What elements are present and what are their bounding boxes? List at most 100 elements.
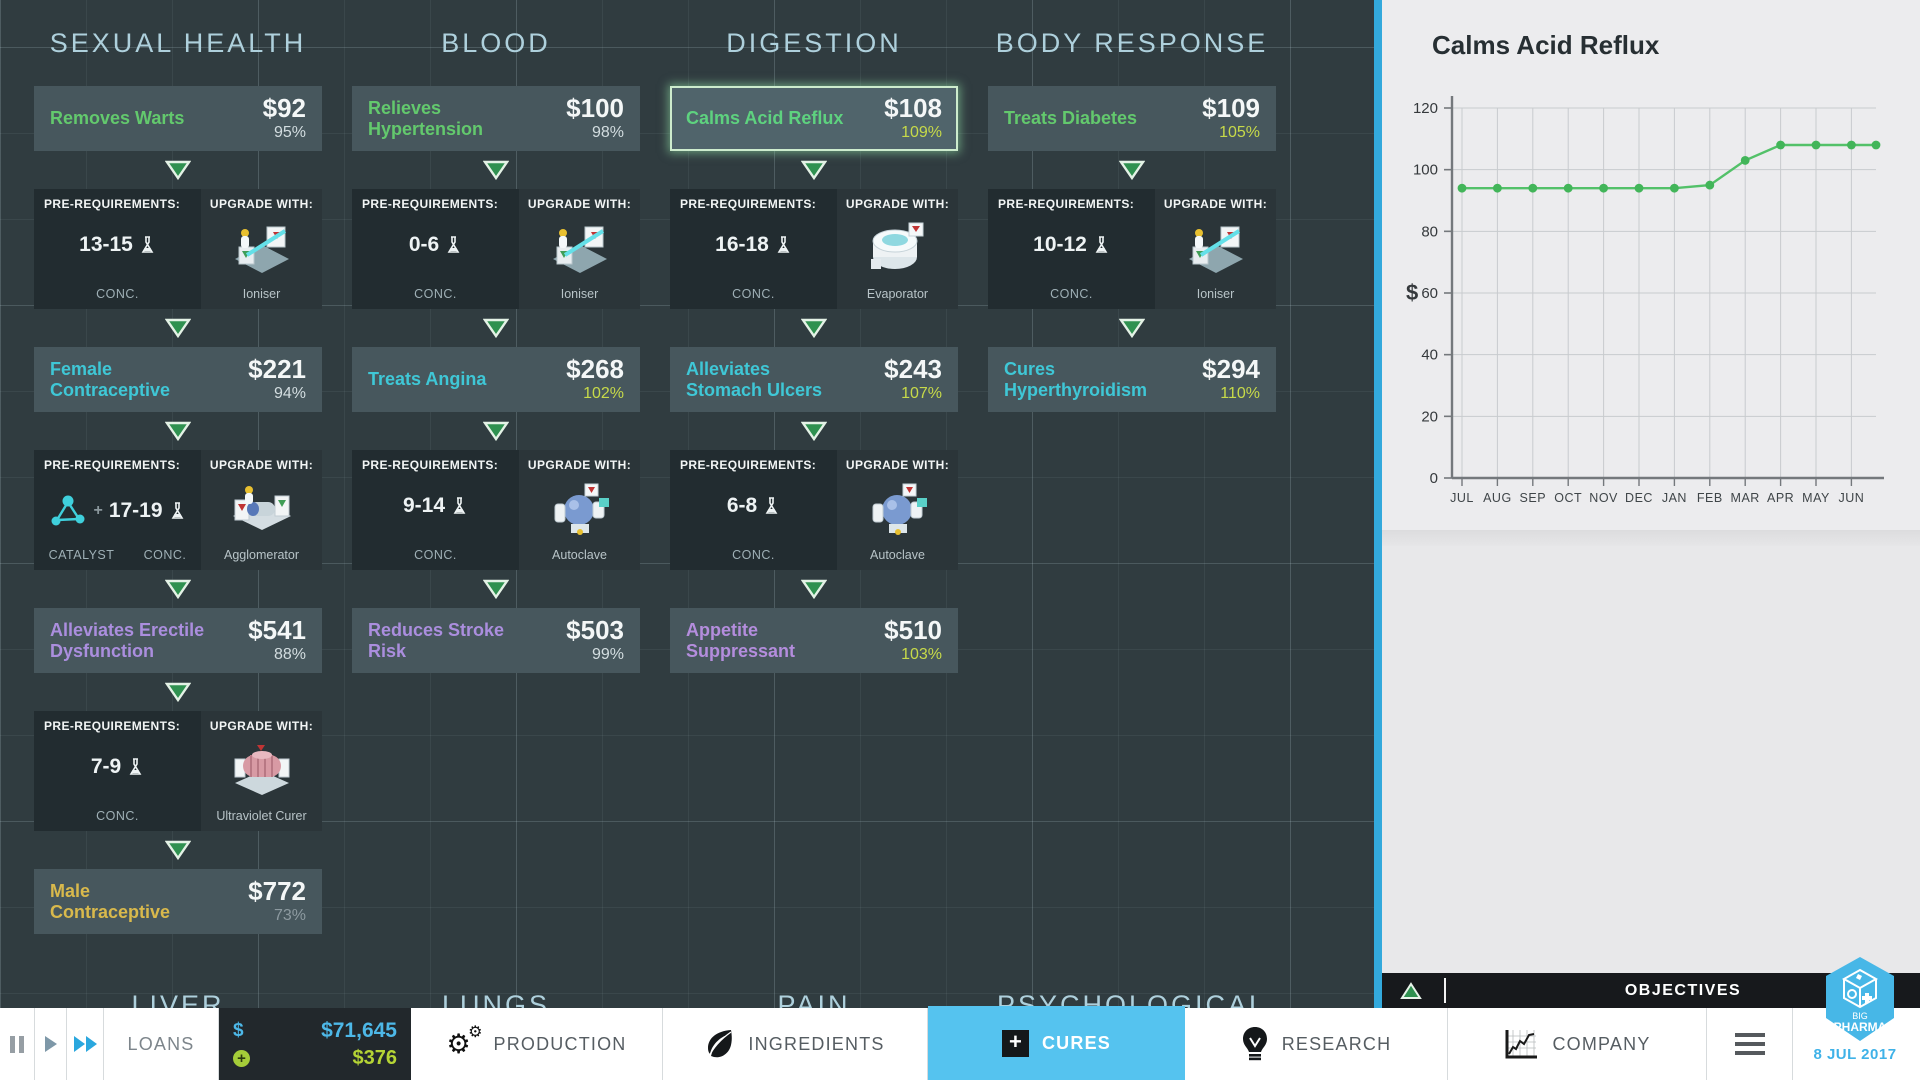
cure-card[interactable]: Treats Angina $268 102% [352,347,640,412]
flow-arrow [352,412,640,450]
cure-card[interactable]: Appetite Suppressant $510 103% [670,608,958,673]
cure-price: $772 [248,876,306,906]
prereq-title: PRE-REQUIREMENTS: [362,458,499,472]
prereq-panel: PRE-REQUIREMENTS: 6-8 CONC. UPGRADE WITH: Au… [670,450,958,570]
flask-icon [765,497,778,514]
machine-name: Evaporator [866,287,929,301]
tab-company[interactable]: COMPANY [1448,1008,1707,1080]
svg-text:AUG: AUG [1483,491,1512,505]
leaf-icon [707,1030,733,1059]
svg-text:60: 60 [1421,285,1438,302]
tab-research[interactable]: RESEARCH [1185,1008,1448,1080]
flow-arrow [34,151,322,189]
cure-demand-percent: 88% [273,646,306,663]
flow-arrow-icon [1119,160,1145,180]
prereq-panel: PRE-REQUIREMENTS: 0-6 CONC. UPGRADE WITH: Io… [352,189,640,309]
cure-demand-percent: 109% [901,124,942,141]
cure-card-selected[interactable]: Calms Acid Reflux $108 109% [670,86,958,151]
cure-name: Male Contraceptive [50,880,171,922]
machine-name: Agglomerator [223,548,300,562]
cure-card[interactable]: Removes Warts $92 95% [34,86,322,151]
cure-card[interactable]: Female Contraceptive $221 94% [34,347,322,412]
svg-text:JAN: JAN [1662,491,1687,505]
prereq-section: PRE-REQUIREMENTS: 7-9 CONC. [34,711,202,831]
flow-arrow [34,309,322,347]
cures-plus-icon: + [1001,1029,1029,1057]
panel-accent-stripe [1374,0,1382,1008]
play-button[interactable] [35,1008,67,1080]
conc-label: CONC. [732,287,775,301]
cure-card[interactable]: Alleviates Erectile Dysfunction $541 88% [34,608,322,673]
flow-arrow-icon [483,421,509,441]
prereq-section: PRE-REQUIREMENTS: 6-8 CONC. [670,450,838,570]
conc-label: CONC. [414,548,457,562]
money-display: $ $71,645 + $376 [219,1008,411,1080]
svg-text:$: $ [1406,280,1418,305]
machine-icon-ioniser [547,215,613,284]
cure-stats: 1798 30 0 109% Net Demand 25% Saturation… [1382,546,1920,973]
prereq-panel: PRE-REQUIREMENTS: 9-14 CONC. UPGRADE WITH: A… [352,450,640,570]
upgrade-title: UPGRADE WITH: [845,458,950,472]
menu-button[interactable] [1707,1008,1793,1080]
machine-icon-ioniser [1183,215,1249,284]
prereq-section: PRE-REQUIREMENTS: 0-6 CONC. [352,189,520,309]
machine-name: Autoclave [552,548,607,562]
upgrade-title: UPGRADE WITH: [209,197,314,211]
machine-icon-evaporator [865,215,931,284]
conc-label: CONC. [96,809,139,823]
cure-name: Female Contraceptive [50,358,171,400]
cure-name: Reduces Stroke Risk [368,619,505,661]
panel-body: 0 20 40 60 80 100 120 JUL AUG SEP OCT NOV DEC JAN FEB M… [1382,0,1920,1008]
conc-label: CONC. [143,548,187,562]
cure-card[interactable]: Reduces Stroke Risk $503 99% [352,608,640,673]
cure-price: $100 [566,93,624,123]
pause-icon [10,1035,24,1053]
flow-arrow [670,151,958,189]
pause-button[interactable] [0,1008,35,1080]
cure-price: $92 [262,93,306,123]
cure-name: Cures Hyperthyroidism [1004,358,1148,400]
cure-demand-percent: 73% [273,907,306,924]
prereq-section: PRE-REQUIREMENTS: 10-12 CONC. [988,189,1156,309]
cure-demand-percent: 102% [583,385,624,402]
machine-icon-ioniser [229,215,295,284]
tab-production[interactable]: ⚙ ⚙ PRODUCTION [411,1008,663,1080]
prereq-section: PRE-REQUIREMENTS: 16-18 CONC. [670,189,838,309]
fast-forward-button[interactable] [67,1008,104,1080]
flask-icon [447,236,460,253]
concentration-range: 17-19 [108,499,163,522]
category-header-clipped: PAIN [777,990,851,1008]
cure-card[interactable]: Treats Diabetes $109 105% [988,86,1276,151]
category-column: SEXUAL HEALTH Removes Warts $92 95% PRE-REQU… [34,0,322,934]
cure-card[interactable]: Cures Hyperthyroidism $294 110% [988,347,1276,412]
prereq-title: PRE-REQUIREMENTS: [44,719,181,733]
production-label: PRODUCTION [493,1033,627,1054]
gears-icon: ⚙ ⚙ [446,1024,483,1059]
profit-plus-icon: + [233,1049,250,1067]
upgrade-section: UPGRADE WITH: Autoclave [837,450,958,570]
cure-card[interactable]: Male Contraceptive $772 73% [34,869,322,934]
tab-loans[interactable]: LOANS [104,1008,219,1080]
flow-arrow [988,151,1276,189]
cure-card[interactable]: Alleviates Stomach Ulcers $243 107% [670,347,958,412]
prereq-title: PRE-REQUIREMENTS: [362,197,499,211]
machine-name: Ultraviolet Curer [216,809,307,823]
concentration-range: 9-14 [403,494,446,517]
flow-arrow [670,570,958,608]
tab-cures-active[interactable]: + CURES [928,1006,1185,1080]
flow-arrow [352,309,640,347]
conc-label: CONC. [1050,287,1093,301]
flow-arrow-icon [801,579,827,599]
cure-columns: SEXUAL HEALTH Removes Warts $92 95% PRE-REQU… [34,0,1276,934]
cure-price: $108 [884,93,942,123]
cure-demand-percent: 98% [591,124,624,141]
svg-text:100: 100 [1413,162,1438,179]
svg-text:0: 0 [1430,470,1438,487]
tab-ingredients[interactable]: INGREDIENTS [663,1008,928,1080]
svg-text:FEB: FEB [1697,491,1723,505]
cures-board: SEXUAL HEALTH Removes Warts $92 95% PRE-REQU… [0,0,1374,1080]
cure-card[interactable]: Relieves Hypertension $100 98% [352,86,640,151]
prereq-section: PRE-REQUIREMENTS: 9-14 CONC. [352,450,520,570]
flow-arrow-icon [483,318,509,338]
bottom-toolbar: LOANS $ $71,645 + $376 ⚙ ⚙ PRODUCTION ING… [0,1006,1920,1080]
